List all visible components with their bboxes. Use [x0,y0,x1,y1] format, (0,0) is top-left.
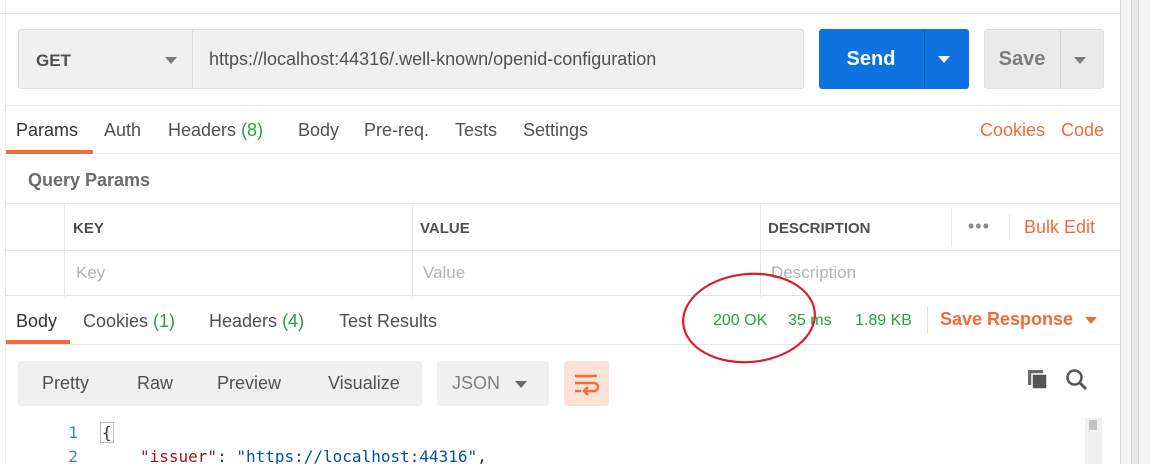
search-icon [1066,369,1088,391]
url-value: https://localhost:44316/.well-known/open… [209,49,657,69]
line-number: 2 [68,447,78,464]
column-divider [951,208,952,246]
caret-down-icon [1085,316,1098,324]
cookies-link[interactable]: Cookies [980,120,1045,141]
response-tab-cookies[interactable]: Cookies (1) [83,311,175,332]
json-key: "issuer" [140,447,218,464]
column-header-description: DESCRIPTION [768,220,871,237]
json-value: "https://localhost:44316" [236,447,478,464]
wrap-lines-button[interactable] [564,361,609,406]
active-response-tab-indicator [6,340,70,344]
value-input[interactable]: Value [423,263,465,283]
send-button[interactable]: Send [819,29,969,89]
window-top-strip [0,0,1120,14]
query-params-table: KEY VALUE DESCRIPTION ••• Bulk Edit Key … [6,203,1120,297]
annotation-circle [682,272,816,364]
view-preview-button[interactable]: Preview [217,373,281,394]
view-visualize-button[interactable]: Visualize [328,373,400,394]
tab-tests[interactable]: Tests [455,120,497,141]
code-line: { [100,422,114,443]
caret-down-icon[interactable] [1074,57,1086,64]
column-divider [1009,214,1010,240]
query-params-title: Query Params [28,170,151,190]
code-text: { [100,422,114,443]
send-label: Send [846,48,896,70]
scrollbar-track[interactable] [1131,0,1139,464]
response-tab-headers[interactable]: Headers (4) [209,311,304,332]
view-pretty-button[interactable]: Pretty [42,373,89,394]
response-cookies-label: Cookies [83,311,149,331]
caret-down-icon [165,57,177,64]
copy-button[interactable] [1025,367,1051,393]
response-tabs: Body Cookies (1) Headers (4) Test Result… [6,296,1120,345]
caret-down-icon[interactable] [938,56,950,63]
save-button[interactable]: Save [984,29,1104,89]
response-tab-test-results[interactable]: Test Results [339,311,437,332]
caret-down-icon [515,381,527,388]
response-headers-count-badge: (4) [282,311,305,331]
search-button[interactable] [1064,367,1090,393]
code-scrollbar[interactable] [1085,418,1102,464]
view-raw-button[interactable]: Raw [137,373,173,394]
tab-auth[interactable]: Auth [104,120,141,141]
line-number: 1 [68,423,78,442]
headers-count-badge: (8) [241,120,264,140]
column-header-value: VALUE [420,220,470,237]
format-select[interactable]: JSON [437,361,549,406]
copy-icon [1028,370,1048,390]
text-wrap-icon [575,374,600,396]
code-link[interactable]: Code [1061,120,1104,141]
row-divider [6,250,1120,251]
tab-body[interactable]: Body [298,120,339,141]
method-label: GET [36,51,71,70]
tab-prereq[interactable]: Pre-req. [364,120,429,141]
method-select[interactable]: GET [18,29,193,89]
view-mode-group: Pretty Raw Preview Visualize [18,361,422,406]
response-size: 1.89 KB [855,312,912,329]
response-tab-body[interactable]: Body [16,311,57,332]
save-response-button[interactable]: Save Response [940,309,1098,330]
code-line: "issuer": "https://localhost:44316", [140,447,487,464]
response-body-code[interactable]: 1 { 2 "issuer": "https://localhost:44316… [6,420,1084,464]
column-header-key: KEY [73,220,104,237]
tab-headers[interactable]: Headers (8) [168,120,263,141]
active-tab-indicator [6,150,93,154]
save-response-label: Save Response [940,309,1074,329]
more-options-button[interactable]: ••• [968,216,990,237]
format-label: JSON [452,373,501,393]
key-input[interactable]: Key [76,263,105,283]
tab-settings[interactable]: Settings [523,120,588,141]
window-scrollbar[interactable] [1120,0,1150,464]
request-tabs: Params Auth Headers (8) Body Pre-req. Te… [6,105,1120,154]
cookies-count-badge: (1) [153,311,176,331]
send-divider [924,29,925,89]
tab-params[interactable]: Params [16,120,78,141]
bulk-edit-link[interactable]: Bulk Edit [1024,217,1095,238]
response-headers-label: Headers [209,311,278,331]
response-divider [927,306,928,334]
tab-headers-label: Headers [168,120,237,140]
save-divider [1060,30,1061,88]
save-label: Save [998,48,1046,70]
url-input[interactable]: https://localhost:44316/.well-known/open… [192,29,804,89]
code-scrollbar-thumb[interactable] [1089,420,1097,430]
